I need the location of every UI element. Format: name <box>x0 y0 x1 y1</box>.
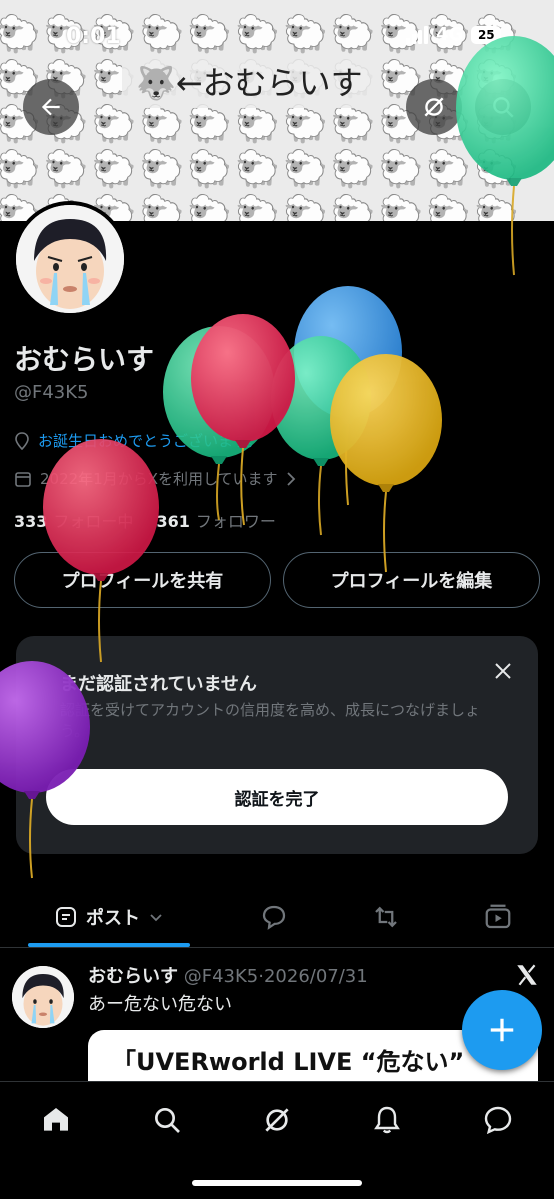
joined-row: 2022年1月からXを利用しています <box>14 468 296 489</box>
home-indicator <box>192 1180 362 1186</box>
verify-description: 認証を受けてアカウントの信用度を高め、成長につなげましょう。 <box>60 701 481 740</box>
reply-icon <box>262 905 286 930</box>
complete-verification-button[interactable]: 認証を完了 <box>46 769 508 825</box>
nav-home[interactable] <box>36 1100 76 1140</box>
status-indicators: 4G 25 <box>406 24 502 45</box>
birthday-text[interactable]: お誕生日おめでとうございます。 <box>38 430 262 451</box>
post-avatar[interactable] <box>12 966 74 1028</box>
status-time: 0:01 <box>66 24 121 49</box>
grok-icon <box>265 1108 289 1132</box>
grok-icon <box>424 97 444 117</box>
close-icon <box>495 663 511 679</box>
compose-button[interactable] <box>462 990 542 1070</box>
share-profile-button[interactable]: プロフィールを共有 <box>14 552 271 608</box>
messages-icon <box>484 1106 512 1135</box>
grok-button[interactable] <box>406 79 462 135</box>
nav-grok[interactable] <box>257 1100 297 1140</box>
signal-icon <box>406 25 428 44</box>
profile-name: おむらいす <box>14 343 155 376</box>
following-link[interactable]: 333 フォロー中 <box>14 512 133 531</box>
x-logo-icon <box>514 962 540 992</box>
followers-label: フォロワー <box>195 512 276 531</box>
tab-posts-label: ポスト <box>86 908 140 929</box>
nav-notifications[interactable] <box>367 1100 407 1140</box>
search-icon <box>493 97 514 118</box>
followers-count: 361 <box>156 512 190 531</box>
back-button[interactable] <box>23 79 79 135</box>
profile-avatar[interactable] <box>12 201 128 317</box>
joined-text: 2022年1月からXを利用しています <box>40 470 278 488</box>
posts-icon <box>56 907 76 927</box>
chevron-right-icon[interactable] <box>286 471 296 486</box>
profile-handle: @F43K5 <box>14 382 89 403</box>
balloon-red-mid <box>191 314 295 526</box>
verification-card: まだ認証されていません 認証を受けてアカウントの信用度を高め、成長につなげましょ… <box>16 636 538 854</box>
follow-stats: 333 フォロー中 361 フォロワー <box>14 508 276 532</box>
search-button[interactable] <box>475 79 531 135</box>
nav-messages[interactable] <box>478 1100 518 1140</box>
balloon-green-mid <box>163 326 275 521</box>
network-type: 4G <box>436 24 464 45</box>
calendar-icon <box>15 471 31 487</box>
balloon-green-right <box>271 336 371 536</box>
crying-face-avatar <box>16 205 124 313</box>
tab-posts[interactable]: ポスト <box>28 888 190 946</box>
post-header: おむらいす @F43K5·2026/07/31 <box>88 962 368 988</box>
plus-icon <box>490 1018 514 1042</box>
back-arrow-icon <box>41 98 60 116</box>
balloon-yellow <box>330 354 442 573</box>
birthday-row: お誕生日おめでとうございます。 <box>14 430 262 451</box>
tab-reposts[interactable] <box>360 888 412 946</box>
followers-link[interactable]: 361 フォロワー <box>157 512 276 531</box>
balloon-blue <box>294 286 402 506</box>
following-label: フォロー中 <box>53 512 134 531</box>
battery-icon: 25 <box>471 25 502 44</box>
search-icon <box>155 1108 180 1133</box>
post-handle-date: @F43K5·2026/07/31 <box>183 966 368 987</box>
nav-search[interactable] <box>147 1100 187 1140</box>
banner-title: 🐺←おむらいす <box>122 58 377 108</box>
chevron-down-icon <box>150 914 162 922</box>
crying-face-avatar <box>12 966 74 1028</box>
post-text: あー危ない危ない <box>88 994 232 1015</box>
tab-media[interactable] <box>472 888 524 946</box>
following-count: 333 <box>14 512 48 531</box>
tabs-divider <box>0 947 554 948</box>
quote-preview: 「UVERworld LIVE “危ない” <box>112 1048 465 1076</box>
media-icon <box>485 904 511 929</box>
close-button[interactable] <box>490 658 516 684</box>
tab-replies[interactable] <box>248 888 300 946</box>
edit-profile-button[interactable]: プロフィールを編集 <box>283 552 540 608</box>
post-author[interactable]: おむらいす <box>88 966 178 987</box>
home-icon <box>44 1108 68 1131</box>
location-icon <box>15 431 29 450</box>
repost-icon <box>375 906 397 928</box>
notifications-icon <box>374 1106 400 1134</box>
verify-title: まだ認証されていません <box>60 674 257 695</box>
